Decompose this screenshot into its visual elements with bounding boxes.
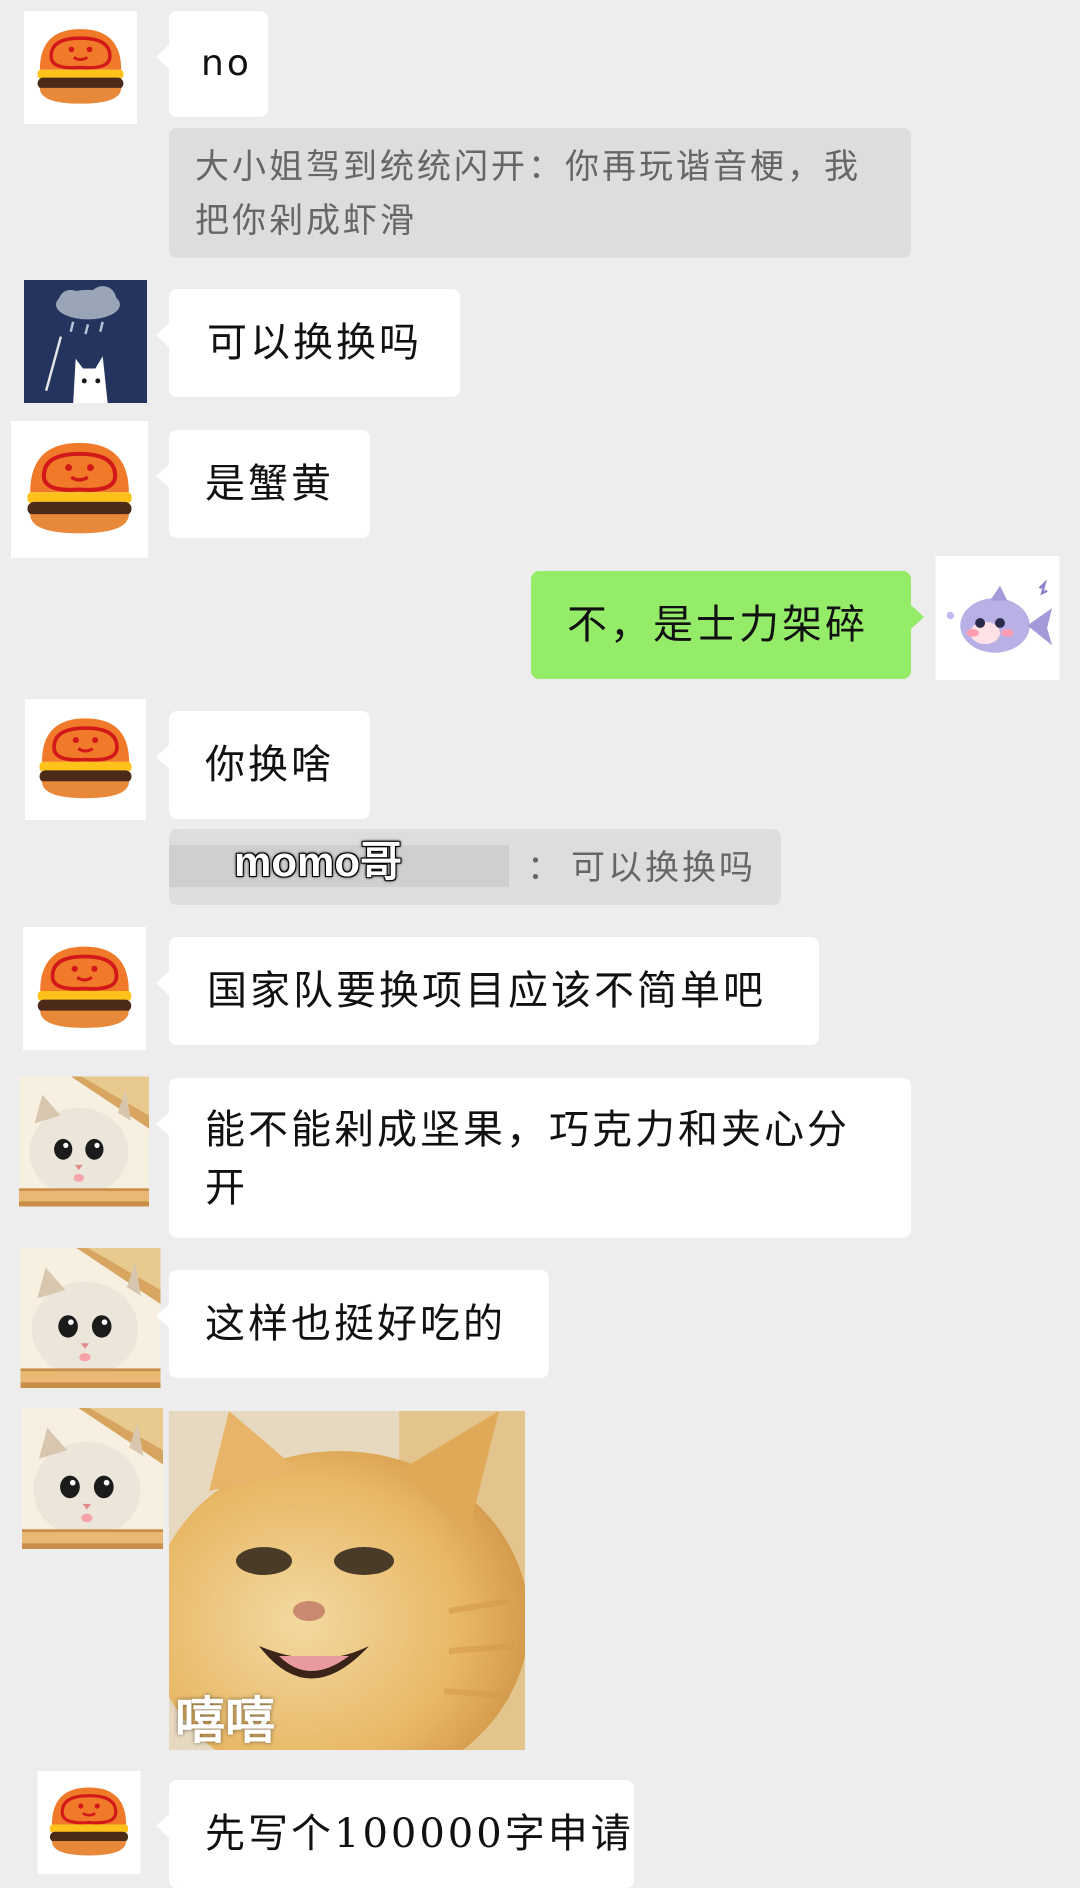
message-bubble-sent[interactable]: 不，是士力架碎 <box>531 571 924 679</box>
message-text: 国家队要换项目应该不简单吧 <box>207 968 766 1014</box>
bread-cat-avatar[interactable] <box>22 1408 163 1549</box>
sticker-caption: 嘻嘻 <box>175 1692 275 1750</box>
message-bubble[interactable]: 是蟹黄 <box>156 430 370 538</box>
message-text: 先写个100000字申请 <box>205 1811 634 1857</box>
burger-avatar-image <box>21 11 140 124</box>
message-text: 这样也挺好吃的 <box>205 1301 506 1347</box>
bread-cat-avatar[interactable] <box>19 1076 149 1207</box>
burger-avatar[interactable] <box>19 927 150 1050</box>
message-text: 是蟹黄 <box>205 461 334 507</box>
purple-fish-avatar[interactable] <box>932 556 1063 680</box>
bread-cat-avatar[interactable] <box>20 1248 161 1388</box>
message-bubble[interactable]: 先写个100000字申请 <box>156 1780 634 1888</box>
quoted-text: 大小姐驾到统统闪开：你再玩谐音梗，我把你剁成虾滑 <box>195 147 861 241</box>
laughing-cat-sticker[interactable]: 嘻嘻 <box>169 1411 525 1750</box>
message-bubble[interactable]: 能不能剁成坚果，巧克力和夹心分开 <box>156 1078 911 1238</box>
message-bubble[interactable]: no <box>156 11 268 117</box>
bread-cat-avatar-image <box>19 1076 149 1207</box>
message-text: 可以换换吗 <box>207 320 422 366</box>
quoted-sender-name: momo哥 <box>234 838 403 885</box>
message-bubble[interactable]: 你换啥 <box>156 711 370 819</box>
bread-cat-avatar-image <box>20 1248 161 1388</box>
burger-avatar[interactable] <box>8 421 151 558</box>
burger-avatar[interactable] <box>22 699 149 820</box>
quoted-message[interactable]: momo哥 ： 可以换换吗 <box>169 829 781 905</box>
message-text: no <box>201 43 252 84</box>
burger-avatar-image <box>8 421 151 558</box>
message-bubble[interactable]: 可以换换吗 <box>156 289 460 397</box>
burger-avatar-image <box>22 699 149 820</box>
message-text: 能不能剁成坚果，巧克力和夹心分开 <box>205 1107 850 1211</box>
message-bubble[interactable]: 这样也挺好吃的 <box>156 1270 549 1378</box>
burger-avatar-image <box>19 927 150 1050</box>
quoted-text: 可以换换吗 <box>571 848 756 888</box>
burger-avatar[interactable] <box>24 1771 154 1874</box>
message-bubble[interactable]: 国家队要换项目应该不简单吧 <box>156 937 819 1045</box>
quoted-separator: ： <box>527 848 564 888</box>
burger-avatar-image <box>24 1771 154 1874</box>
bread-cat-avatar-image <box>22 1408 163 1549</box>
quoted-message[interactable]: 大小姐驾到统统闪开：你再玩谐音梗，我把你剁成虾滑 <box>169 128 911 258</box>
rain-cloud-cat-avatar-image <box>15 280 156 403</box>
rain-cloud-cat-avatar[interactable] <box>15 280 156 403</box>
burger-avatar[interactable] <box>21 11 140 124</box>
purple-fish-avatar-image <box>932 556 1063 680</box>
message-text: 不，是士力架碎 <box>567 602 868 648</box>
message-text: 你换啥 <box>205 742 334 788</box>
